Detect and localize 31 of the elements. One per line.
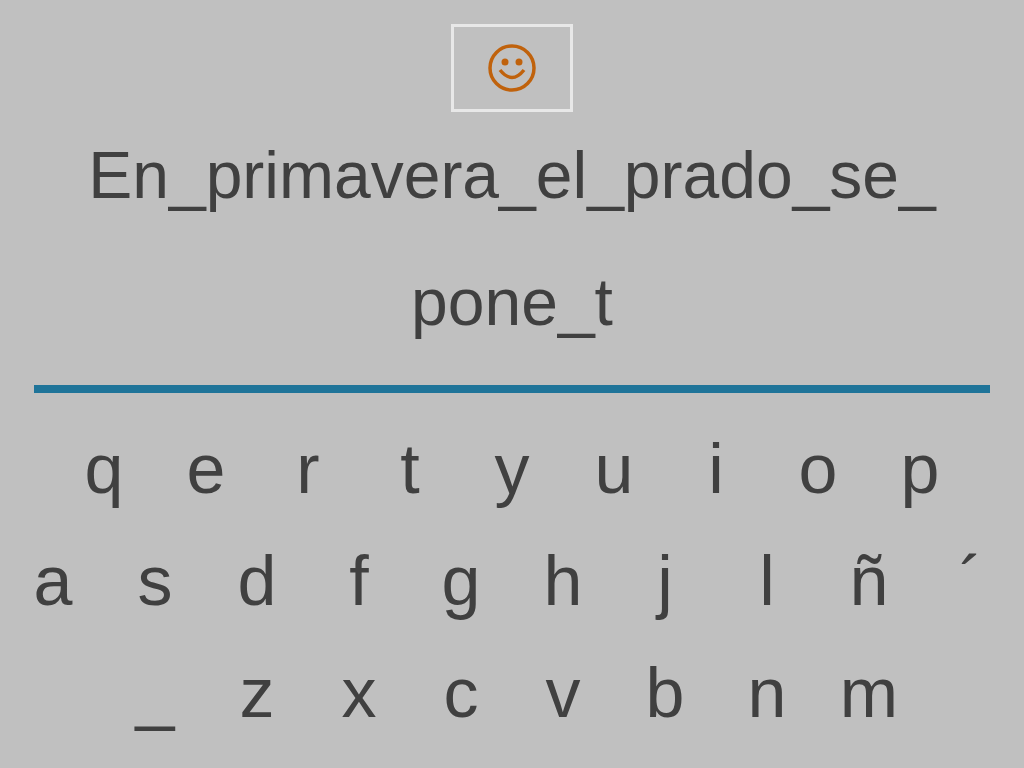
letter-key[interactable]: h (512, 542, 614, 620)
letter-key[interactable]: x (308, 654, 410, 732)
smiley-icon (487, 43, 537, 93)
letter-key[interactable]: n (716, 654, 818, 732)
letter-key[interactable]: c (410, 654, 512, 732)
letter-key[interactable]: j (614, 542, 716, 620)
letter-key[interactable]: l (716, 542, 818, 620)
letter-key[interactable]: d (206, 542, 308, 620)
letter-key[interactable]: i (665, 430, 767, 508)
letter-key[interactable]: e (155, 430, 257, 508)
letter-key[interactable]: r (257, 430, 359, 508)
letter-key[interactable]: m (818, 654, 920, 732)
letter-key[interactable]: v (512, 654, 614, 732)
letter-key[interactable]: z (206, 654, 308, 732)
letter-key[interactable]: ´ (920, 542, 1022, 620)
letter-key[interactable]: g (410, 542, 512, 620)
letter-key[interactable]: q (53, 430, 155, 508)
letter-key[interactable]: b (614, 654, 716, 732)
hint-button[interactable] (451, 24, 573, 112)
letter-key[interactable]: o (767, 430, 869, 508)
letter-key[interactable]: _ (104, 654, 206, 732)
letter-key[interactable]: p (869, 430, 971, 508)
letter-key[interactable]: u (563, 430, 665, 508)
letter-key[interactable]: s (104, 542, 206, 620)
letter-key[interactable]: t (359, 430, 461, 508)
letter-key[interactable]: ñ (818, 542, 920, 620)
phrase-line: En_primavera_el_prado_se_ (88, 137, 936, 214)
letter-key[interactable]: a (2, 542, 104, 620)
letter-key[interactable]: y (461, 430, 563, 508)
letter-key[interactable]: f (308, 542, 410, 620)
phrase-line: pone_t (411, 264, 613, 341)
